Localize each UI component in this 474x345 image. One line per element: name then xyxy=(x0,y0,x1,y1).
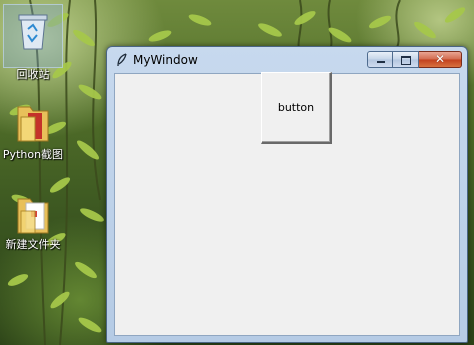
folder-icon xyxy=(3,188,63,238)
minimize-icon xyxy=(377,61,385,63)
recycle-bin-icon xyxy=(3,4,63,68)
close-button[interactable]: ✕ xyxy=(419,51,462,68)
main-button[interactable]: button xyxy=(261,72,332,144)
desktop-icon-recycle-bin[interactable]: 回收站 xyxy=(0,4,66,82)
recycle-bin-label: 回收站 xyxy=(16,68,50,81)
maximize-button[interactable] xyxy=(393,51,419,68)
new-folder-label: 新建文件夹 xyxy=(5,238,61,251)
window-titlebar[interactable]: MyWindow ✕ xyxy=(107,47,467,73)
window-title: MyWindow xyxy=(133,53,198,67)
minimize-button[interactable] xyxy=(367,51,393,68)
app-window[interactable]: MyWindow ✕ button xyxy=(106,46,468,343)
feather-icon xyxy=(117,53,127,67)
desktop-icon-python-screenshot[interactable]: Python截图 xyxy=(0,96,66,162)
window-controls: ✕ xyxy=(367,51,462,68)
desktop-icon-new-folder[interactable]: 新建文件夹 xyxy=(0,188,66,252)
window-client-area: button xyxy=(114,72,460,336)
maximize-icon xyxy=(401,56,411,65)
python-screenshot-label: Python截图 xyxy=(2,148,64,161)
folder-icon xyxy=(3,96,63,148)
close-icon: ✕ xyxy=(434,52,446,66)
